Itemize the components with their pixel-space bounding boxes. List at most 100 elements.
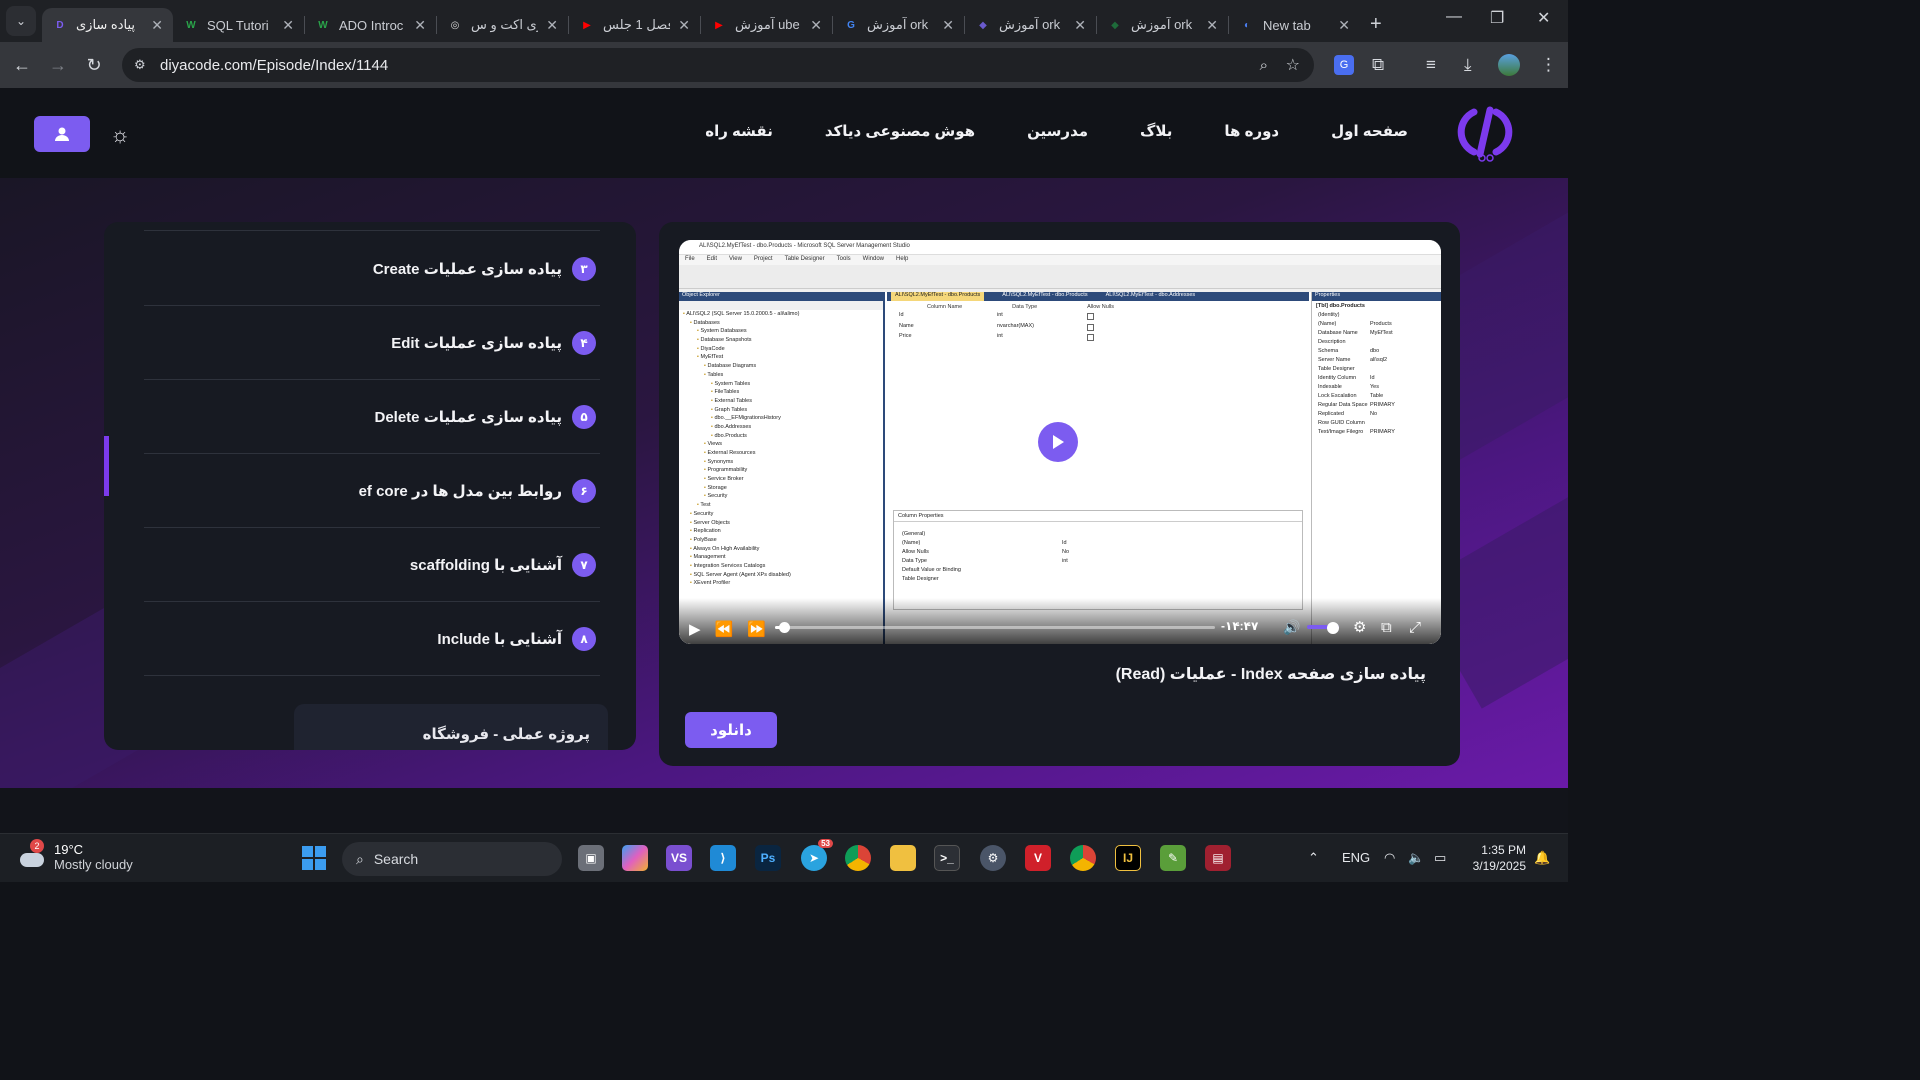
browser-tab[interactable]: ◐ New tab ✕ (1229, 8, 1360, 42)
tab-close-icon[interactable]: ✕ (546, 17, 558, 34)
wifi-icon[interactable]: ◠ (1384, 850, 1395, 866)
vivaldi-icon[interactable]: V (1025, 845, 1051, 871)
battery-icon[interactable]: ▭ (1434, 850, 1446, 866)
taskbar-clock[interactable]: 1:35 PM 3/19/2025 (1473, 842, 1526, 874)
start-button[interactable] (302, 846, 326, 870)
tab-close-icon[interactable]: ✕ (414, 17, 426, 34)
lesson-item[interactable]: پیاده سازی عملیات Delete ۵ (144, 380, 600, 454)
winrar-icon[interactable]: ▤ (1205, 845, 1231, 871)
browser-tab[interactable]: W SQL Tutori ✕ (173, 8, 304, 42)
profile-avatar[interactable] (1498, 54, 1520, 76)
browser-tab[interactable]: W ADO Introc ✕ (305, 8, 436, 42)
settings-app-icon[interactable]: ⚙ (980, 845, 1006, 871)
chrome-icon[interactable] (845, 845, 871, 871)
file-explorer-icon[interactable] (890, 845, 916, 871)
address-bar[interactable]: ⚙ diyacode.com/Episode/Index/1144 ⌕ ☆ (122, 48, 1314, 82)
big-play-button[interactable] (1038, 422, 1078, 462)
tab-close-icon[interactable]: ✕ (678, 17, 690, 34)
video-player[interactable]: ALI\SQL2.MyEfTest - dbo.Products - Micro… (679, 240, 1441, 644)
minimize-icon[interactable]: — (1446, 8, 1462, 26)
browser-tab[interactable]: ◎ ری اکت و س ✕ (437, 8, 568, 42)
restore-icon[interactable]: ❐ (1490, 8, 1504, 28)
user-account-button[interactable] (34, 116, 90, 152)
tab-search-dropdown[interactable]: ⌄ (6, 6, 36, 36)
video-menu-item: Table Designer (784, 256, 825, 262)
paint-icon[interactable]: ✎ (1160, 845, 1186, 871)
settings-icon[interactable]: ⚙ (1353, 618, 1366, 636)
browser-tab[interactable]: ▶ فصل 1 جلس ✕ (569, 8, 700, 42)
browser-tab[interactable]: ◆ آموزش ork ✕ (965, 8, 1096, 42)
tab-close-icon[interactable]: ✕ (151, 17, 163, 34)
taskbar-search[interactable]: ⌕ Search (342, 842, 562, 876)
back-button[interactable]: ← (4, 55, 40, 76)
fast-forward-icon[interactable]: ⏩ (747, 620, 766, 638)
section-header[interactable]: پروژه عملی - فروشگاه (294, 704, 608, 750)
tree-node: ▪ External Tables (711, 397, 752, 404)
extensions-icon[interactable]: ⧉ (1372, 55, 1384, 75)
lesson-item[interactable]: پیاده سازی عملیات Create ۳ (144, 232, 600, 306)
volume-knob[interactable] (1327, 622, 1339, 634)
play-icon (1053, 435, 1064, 449)
popout-icon[interactable]: ⧉ (1381, 619, 1392, 636)
nav-home[interactable]: صفحه اول (1331, 122, 1408, 140)
media-control-icon[interactable]: ≡ (1426, 55, 1436, 75)
close-window-icon[interactable]: ✕ (1537, 8, 1550, 28)
download-button[interactable]: دانلود (685, 712, 777, 748)
nav-roadmap[interactable]: نقشه راه (705, 122, 773, 140)
nav-blog[interactable]: بلاگ (1140, 122, 1172, 140)
weather-widget[interactable]: 2 19°C Mostly cloudy (18, 839, 133, 872)
tab-close-icon[interactable]: ✕ (942, 17, 954, 34)
rewind-icon[interactable]: ⏪ (715, 620, 734, 638)
notifications-icon[interactable]: 🔔 (1534, 850, 1550, 866)
tab-close-icon[interactable]: ✕ (1206, 17, 1218, 34)
fullscreen-icon[interactable]: ⤢ (1409, 619, 1421, 636)
site-info-icon[interactable]: ⚙ (134, 57, 146, 73)
progress-knob[interactable] (778, 622, 790, 633)
volume-icon[interactable]: 🔊 (1283, 619, 1300, 636)
terminal-icon[interactable]: >_ (934, 845, 960, 871)
tray-overflow-icon[interactable]: ⌃ (1308, 850, 1319, 866)
object-explorer: Object Explorer ▪ ALI\SQL2 (SQL Server 1… (679, 292, 885, 644)
site-logo[interactable] (1456, 104, 1518, 162)
download-icon[interactable]: ⤓ (1464, 55, 1472, 75)
lesson-item[interactable]: آشنایی با Include ۸ (144, 602, 600, 676)
telegram-icon[interactable]: ➤ 53 (801, 839, 833, 871)
video-progress-bar[interactable] (775, 622, 1215, 633)
tab-close-icon[interactable]: ✕ (1074, 17, 1086, 34)
zoom-icon[interactable]: ⌕ (1260, 57, 1268, 74)
tab-close-icon[interactable]: ✕ (1338, 17, 1350, 34)
translate-icon[interactable]: G (1334, 55, 1354, 75)
browser-tab[interactable]: ◆ آموزش ork ✕ (1097, 8, 1228, 42)
table-designer: ALI\SQL2.MyEfTest - dbo.Products ALI\SQL2… (887, 292, 1309, 644)
browser-tab[interactable]: D پیاده سازی ✕ (42, 8, 173, 42)
photoshop-icon[interactable]: Ps (755, 845, 781, 871)
new-tab-button[interactable]: + (1370, 13, 1382, 36)
tree-node: ▪ Always On High Availability (690, 545, 760, 552)
lesson-item[interactable]: آشنایی با scaffolding ۷ (144, 528, 600, 602)
nav-teachers[interactable]: مدرسین (1027, 122, 1088, 140)
tree-node: ▪ Databases (690, 319, 720, 326)
tab-close-icon[interactable]: ✕ (282, 17, 294, 34)
bookmark-star-icon[interactable]: ☆ (1286, 55, 1300, 75)
play-icon[interactable]: ▶ (689, 620, 701, 638)
browser-tab[interactable]: G آموزش ork ✕ (833, 8, 964, 42)
lesson-item[interactable]: پیاده سازی عملیات Edit ۴ (144, 306, 600, 380)
browser-tab[interactable]: ▶ آموزش ube ✕ (701, 8, 832, 42)
chrome-profile-icon[interactable] (1070, 845, 1096, 871)
jetbrains-icon[interactable]: IJ (1115, 845, 1141, 871)
tab-close-icon[interactable]: ✕ (810, 17, 822, 34)
task-view-icon[interactable]: ▣ (578, 845, 604, 871)
menu-icon[interactable]: ⋮ (1540, 55, 1557, 75)
visual-studio-icon[interactable]: VS (666, 845, 692, 871)
vscode-icon[interactable]: ⟩ (710, 845, 736, 871)
speaker-icon[interactable]: 🔈 (1408, 850, 1424, 866)
theme-toggle-button[interactable]: ☼ (110, 122, 130, 148)
reload-button[interactable]: ↻ (76, 55, 112, 76)
input-language[interactable]: ENG (1342, 850, 1370, 865)
nav-courses[interactable]: دوره ها (1224, 122, 1279, 140)
forward-button[interactable]: → (40, 55, 76, 76)
copilot-icon[interactable] (622, 845, 648, 871)
lesson-item[interactable]: روابط بین مدل ها در ef core ۶ (144, 454, 600, 528)
grid-row: Price int (887, 333, 1309, 344)
nav-ai[interactable]: هوش مصنوعی دیاکد (825, 122, 975, 140)
